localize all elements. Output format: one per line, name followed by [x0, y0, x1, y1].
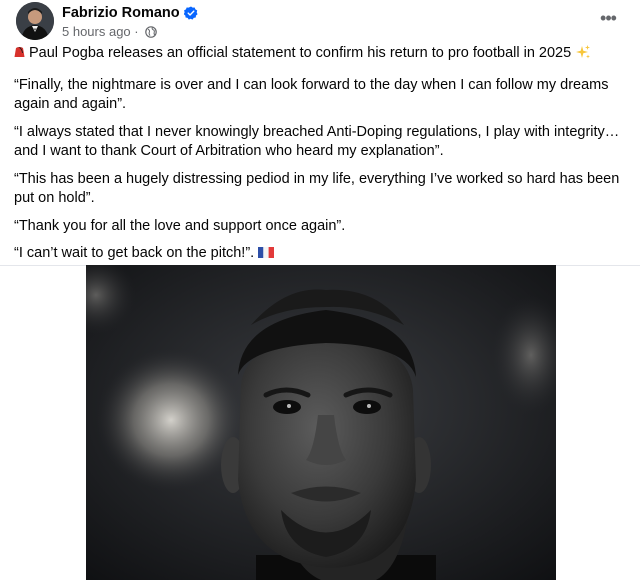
post-paragraph-2: “Finally, the nightmare is over and I ca… — [14, 76, 609, 113]
globe-icon[interactable] — [145, 26, 158, 38]
verified-badge-icon — [183, 6, 198, 20]
post-timestamp[interactable]: 5 hours ago — [62, 24, 131, 39]
post-paragraph-3: “I always stated that I never knowingly … — [14, 123, 620, 160]
pogba-portrait-image — [86, 265, 556, 580]
post-text: Paul Pogba releases an official statemen… — [14, 44, 626, 272]
post-photo[interactable] — [86, 265, 556, 580]
fez-emoji-icon — [14, 47, 25, 57]
post-paragraph-5: “Thank you for all the love and support … — [14, 217, 346, 234]
post-paragraph-6: “I can’t wait to get back on the pitch!”… — [14, 244, 626, 264]
author-name[interactable]: Fabrizio Romano — [62, 4, 198, 22]
post-paragraph-6-text: “I can’t wait to get back on the pitch!”… — [14, 245, 255, 261]
facebook-post: Fabrizio Romano 5 hours ago · ••• Paul P… — [0, 0, 640, 580]
post-paragraph-1: Paul Pogba releases an official statemen… — [14, 44, 626, 64]
more-options-button[interactable]: ••• — [596, 8, 620, 28]
post-meta: 5 hours ago · — [62, 24, 158, 40]
sparkles-emoji-icon — [576, 45, 591, 59]
author-name-text[interactable]: Fabrizio Romano — [62, 5, 180, 21]
post-header: Fabrizio Romano 5 hours ago · ••• — [0, 0, 640, 44]
author-avatar[interactable] — [16, 2, 54, 40]
france-flag-icon — [258, 247, 275, 258]
post-paragraph-4: “This has been a hugely distressing pedi… — [14, 170, 620, 207]
post-paragraph-1-text: Paul Pogba releases an official statemen… — [29, 45, 572, 61]
